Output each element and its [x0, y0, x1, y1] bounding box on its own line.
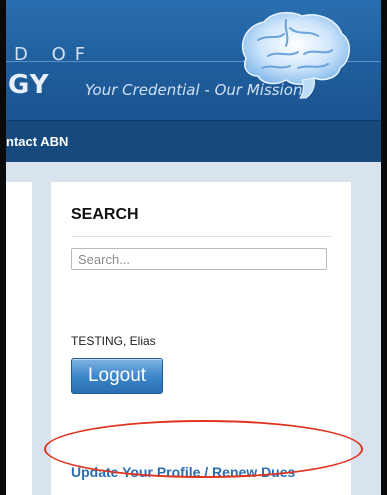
search-input[interactable] [71, 248, 327, 270]
search-heading: SEARCH [71, 206, 139, 223]
nav-item-contact[interactable]: ntact ABN [6, 134, 68, 149]
logged-in-user-name: TESTING, Elias [71, 334, 156, 348]
main-nav: ntact ABN [6, 120, 381, 163]
page-content: SEARCH TESTING, Elias Logout Update Your… [6, 162, 381, 495]
brand-text-main: GY [8, 70, 50, 100]
brain-icon [241, 11, 350, 99]
update-profile-link[interactable]: Update Your Profile / Renew Dues [71, 464, 295, 480]
window-frame-right [381, 0, 387, 495]
logout-button[interactable]: Logout [71, 358, 163, 394]
sidebar-widget: SEARCH TESTING, Elias Logout Update Your… [51, 182, 351, 495]
site-header: D OF GY Your Credential - Our Mission [6, 0, 381, 120]
main-content-panel [6, 182, 32, 495]
heading-divider [71, 236, 331, 237]
